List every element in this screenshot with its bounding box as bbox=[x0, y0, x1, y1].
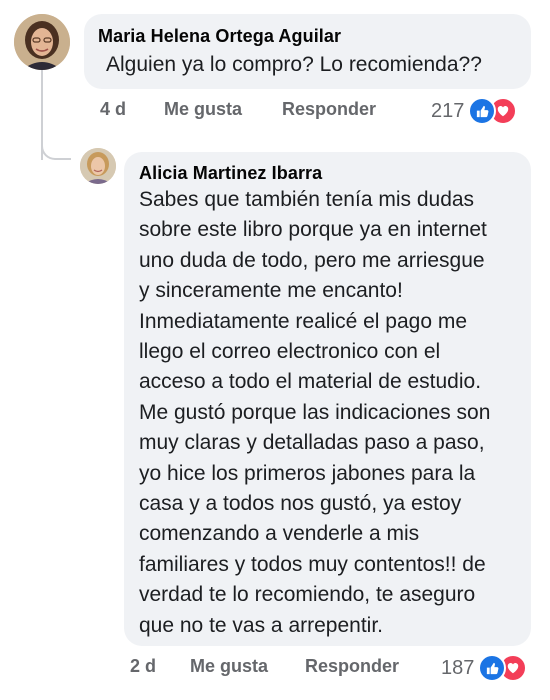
reaction-count: 187 bbox=[441, 656, 475, 679]
comment-text-line: acceso a todo el material de estudio. bbox=[139, 370, 482, 394]
comment-text-line: Sabes que también tenía mis dudas bbox=[139, 188, 475, 211]
comment-text-line: sobre este libro porque ya en internet bbox=[139, 218, 487, 242]
timestamp-link[interactable]: 4 d bbox=[100, 99, 164, 120]
comment-text-line: llego el correo electronico con el bbox=[139, 340, 441, 364]
avatar-maria[interactable] bbox=[14, 14, 70, 70]
comment-bubble-2: Alicia Martinez Ibarra Sabes que también… bbox=[124, 152, 531, 646]
avatar-alicia[interactable] bbox=[80, 148, 116, 184]
comment-text-line: casa y a todos nos gustó, ya estoy bbox=[139, 492, 462, 516]
comment-text-line: Alguien ya lo compro? Lo recomienda?? bbox=[106, 53, 482, 76]
timestamp-link[interactable]: 2 d bbox=[130, 656, 190, 677]
reaction-count: 217 bbox=[431, 99, 465, 122]
comment-text-line: uno duda de todo, pero me arriesgue bbox=[139, 248, 485, 272]
comment-text-line: y sinceramente me encanto! bbox=[139, 279, 403, 303]
like-button[interactable]: Me gusta bbox=[164, 99, 282, 120]
comment-author[interactable]: Alicia Martinez Ibarra bbox=[139, 163, 322, 184]
comment-text-line: muy claras y detalladas paso a paso, bbox=[139, 431, 485, 455]
comment-text-line: Me gustó porque las indicaciones son bbox=[139, 400, 491, 424]
comment-text-line: comenzando a venderle a mis bbox=[139, 522, 420, 546]
reply-button[interactable]: Responder bbox=[305, 656, 399, 677]
reply-button[interactable]: Responder bbox=[282, 99, 376, 120]
comment-author[interactable]: Maria Helena Ortega Aguilar bbox=[98, 26, 341, 47]
comment-text-line: familiares y todos muy contentos!! de bbox=[139, 552, 486, 576]
comment-text: Alguien ya lo compro? Lo recomienda?? bbox=[106, 50, 482, 80]
like-button[interactable]: Me gusta bbox=[190, 656, 305, 677]
comment-bubble-1: Maria Helena Ortega Aguilar Alguien ya l… bbox=[84, 14, 531, 89]
comment-text-line: que no te vas a arrepentir. bbox=[139, 613, 383, 637]
comment-actions-2: 2 d Me gusta Responder bbox=[130, 656, 399, 677]
comment-actions-1: 4 d Me gusta Responder bbox=[100, 99, 376, 120]
comment-text-line: yo hice los primeros jabones para la bbox=[139, 461, 476, 485]
comment-text-line: verdad te lo recomiendo, te aseguro bbox=[139, 583, 476, 607]
reaction-summary-2[interactable]: 187 bbox=[441, 654, 528, 682]
reaction-summary-1[interactable]: 217 bbox=[431, 97, 518, 125]
comment-text: Sabes que también tenía mis dudas sobre … bbox=[139, 185, 490, 641]
thread-connector-elbow bbox=[41, 134, 71, 160]
comment-text-line: Inmediatamente realicé el pago me bbox=[139, 309, 468, 333]
